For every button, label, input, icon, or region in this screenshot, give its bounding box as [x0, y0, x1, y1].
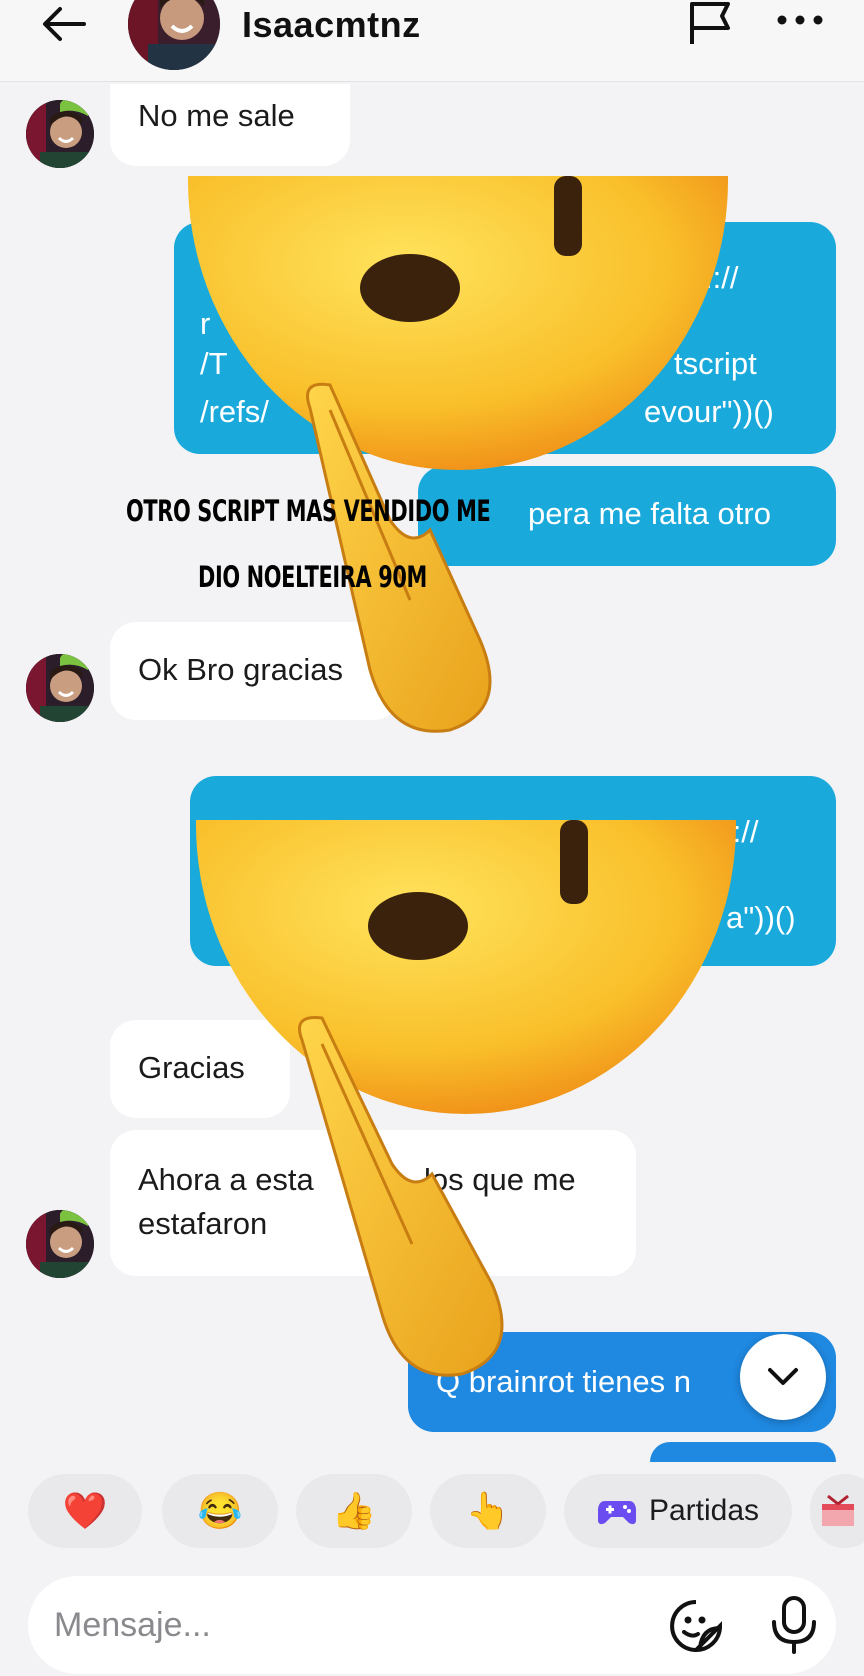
chevron-down-icon: [768, 1368, 798, 1385]
message-text: :://: [724, 814, 759, 849]
games-label: Partidas: [648, 1494, 760, 1527]
contact-avatar[interactable]: [26, 100, 94, 168]
message-incoming[interactable]: Gracias: [110, 1020, 290, 1118]
quick-reaction-thumbs-up[interactable]: 👍: [296, 1474, 412, 1548]
message-incoming[interactable]: Ahora a esta los que me estafaron: [110, 1130, 636, 1276]
sticker-button[interactable]: [668, 1598, 724, 1654]
thumbs-up-icon: 👍: [331, 1490, 377, 1531]
heart-icon: ❤️: [62, 1490, 108, 1531]
message-text: los que me: [424, 1162, 576, 1197]
chat-username[interactable]: Isaacmtnz: [242, 4, 421, 46]
report-button[interactable]: [684, 0, 738, 48]
games-button[interactable]: Partidas: [564, 1474, 792, 1548]
back-arrow-icon: [43, 7, 86, 41]
contact-avatar[interactable]: [26, 1210, 94, 1278]
overlay-caption: OTRO SCRIPT MAS VENDIDO ME: [126, 494, 491, 528]
message-text: /T: [200, 346, 228, 381]
game-controller-icon: [597, 1501, 636, 1525]
message-text: /refs/: [200, 394, 269, 429]
quick-reaction-heart[interactable]: ❤️: [28, 1474, 142, 1548]
message-text: estafaron: [138, 1206, 268, 1241]
message-text: tscript: [674, 346, 757, 381]
message-incoming[interactable]: No me sale: [110, 84, 350, 166]
gift-icon: [822, 1494, 854, 1526]
microphone-icon: [772, 1596, 816, 1654]
scroll-to-bottom-button[interactable]: [740, 1334, 826, 1420]
overlay-caption: DIO NOELTEIRA 90M: [198, 560, 427, 594]
more-icon: [777, 15, 823, 25]
message-text: No me sale: [138, 98, 295, 133]
message-text: r: [200, 306, 211, 341]
message-text: Gracias: [138, 1050, 245, 1085]
message-text: :://: [704, 260, 739, 295]
contact-avatar[interactable]: [26, 654, 94, 722]
quick-reaction-point-up[interactable]: 👆: [430, 1474, 546, 1548]
message-outgoing[interactable]: ::// a"))(): [190, 776, 836, 966]
laughing-face-icon: 😂: [197, 1490, 243, 1531]
message-outgoing[interactable]: ::// r /T tscript /refs/ evour"))(): [174, 222, 836, 454]
quick-reply-partial[interactable]: [810, 1474, 864, 1548]
chat-header: Isaacmtnz: [0, 0, 864, 82]
message-text: Q brainrot tienes n: [436, 1364, 692, 1399]
message-input[interactable]: [54, 1598, 614, 1652]
point-up-icon: 👆: [465, 1490, 511, 1531]
header-avatar[interactable]: [128, 0, 220, 70]
more-options-button[interactable]: [772, 0, 828, 44]
message-text: Ok Bro gracias: [138, 652, 344, 687]
message-composer: [28, 1576, 836, 1674]
back-button[interactable]: [36, 2, 92, 46]
message-text: pera me falta otro: [528, 496, 771, 531]
message-outgoing-partial[interactable]: [650, 1442, 836, 1462]
message-incoming[interactable]: Ok Bro gracias: [110, 622, 400, 720]
sticker-icon: [670, 1600, 722, 1652]
flag-icon: [690, 2, 730, 44]
voice-message-button[interactable]: [768, 1594, 820, 1656]
message-text: Ahora a esta: [138, 1162, 314, 1197]
message-text: a"))(): [726, 900, 796, 935]
quick-reaction-laugh[interactable]: 😂: [162, 1474, 278, 1548]
message-text: evour"))(): [644, 394, 774, 429]
